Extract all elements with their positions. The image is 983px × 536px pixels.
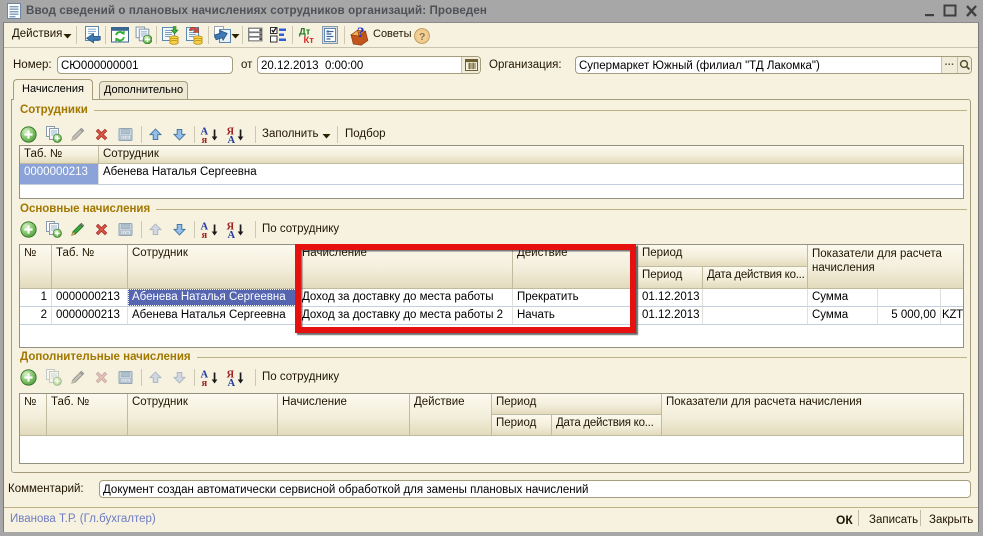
svg-text:Кт: Кт bbox=[304, 35, 315, 44]
svg-text:?: ? bbox=[419, 31, 425, 43]
svg-text:?: ? bbox=[357, 25, 365, 41]
